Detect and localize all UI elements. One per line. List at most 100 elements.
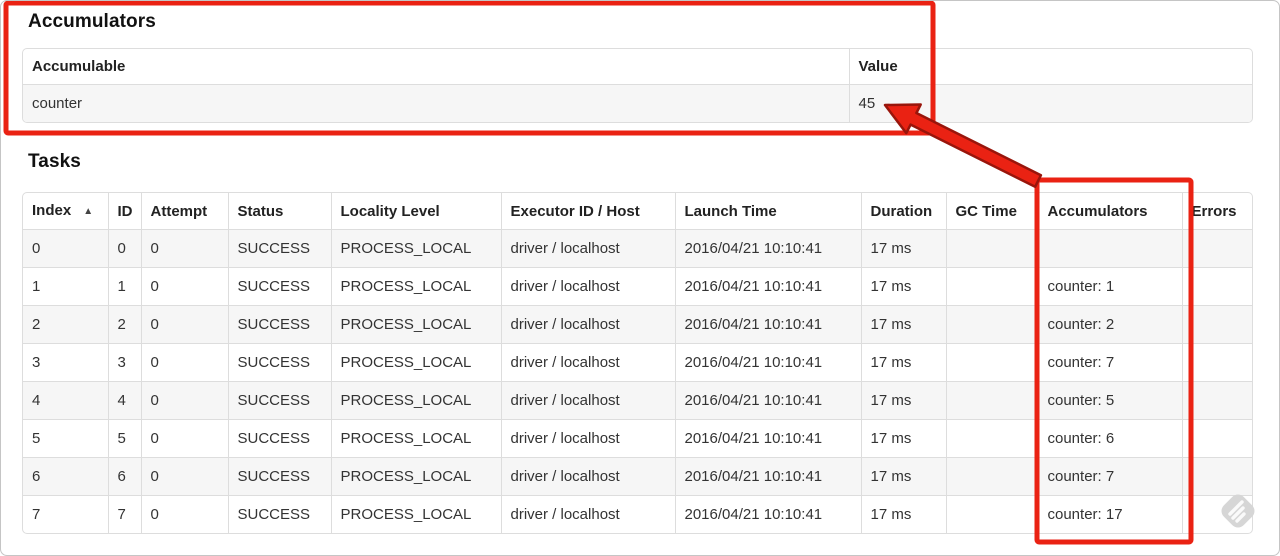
- cell-duration: 17 ms: [860, 229, 946, 268]
- column-header-accumulable: Accumulable: [23, 49, 849, 85]
- cell-launch-time: 2016/04/21 10:10:41: [674, 267, 861, 306]
- cell-status: SUCCESS: [227, 457, 331, 496]
- cell-locality-level: PROCESS_LOCAL: [330, 267, 501, 306]
- cell-index: 6: [23, 457, 108, 496]
- cell-launch-time: 2016/04/21 10:10:41: [674, 419, 861, 458]
- cell-errors: [1181, 457, 1252, 496]
- column-header-duration[interactable]: Duration: [860, 193, 946, 230]
- cell-launch-time: 2016/04/21 10:10:41: [674, 457, 861, 496]
- table-row: 2 2 0 SUCCESS PROCESS_LOCAL driver / localhos…: [23, 305, 1252, 344]
- column-header-label: Locality Level: [340, 202, 440, 220]
- cell-locality-level: PROCESS_LOCAL: [330, 419, 501, 458]
- cell-errors: [1181, 305, 1252, 344]
- cell-id: 1: [107, 267, 141, 306]
- header-row: Accumulable Value: [23, 49, 1252, 85]
- cell-locality-level: PROCESS_LOCAL: [330, 305, 501, 344]
- cell-duration: 17 ms: [860, 381, 946, 420]
- table-row: 6 6 0 SUCCESS PROCESS_LOCAL driver / localhos…: [23, 457, 1252, 496]
- cell-attempt: 0: [140, 343, 228, 382]
- cell-executor-id-host: driver / localhost: [500, 305, 675, 344]
- cell-launch-time: 2016/04/21 10:10:41: [674, 381, 861, 420]
- cell-status: SUCCESS: [227, 267, 331, 306]
- column-header-index[interactable]: Index ▲: [23, 193, 108, 230]
- cell-accumulators: counter: 7: [1037, 457, 1182, 496]
- cell-index: 2: [23, 305, 108, 344]
- cell-accumulators: counter: 17: [1037, 495, 1182, 533]
- cell-accumulators: counter: 1: [1037, 267, 1182, 306]
- table-row: 1 1 0 SUCCESS PROCESS_LOCAL driver / localhos…: [23, 267, 1252, 306]
- cell-attempt: 0: [140, 419, 228, 458]
- cell-status: SUCCESS: [227, 305, 331, 344]
- table-row: 3 3 0 SUCCESS PROCESS_LOCAL driver / localhos…: [23, 343, 1252, 382]
- cell-launch-time: 2016/04/21 10:10:41: [674, 229, 861, 268]
- cell-status: SUCCESS: [227, 229, 331, 268]
- column-header-label: Accumulators: [1047, 202, 1148, 220]
- column-header-label: Status: [237, 202, 284, 220]
- column-header-accumulators[interactable]: Accumulators: [1037, 193, 1182, 230]
- cell-errors: [1181, 343, 1252, 382]
- table-row: 7 7 0 SUCCESS PROCESS_LOCAL driver / localhos…: [23, 495, 1252, 533]
- column-header-launch-time[interactable]: Launch Time: [674, 193, 861, 230]
- cell-launch-time: 2016/04/21 10:10:41: [674, 495, 861, 533]
- column-header-attempt[interactable]: Attempt: [140, 193, 228, 230]
- cell-gc-time: [945, 457, 1038, 496]
- cell-executor-id-host: driver / localhost: [500, 381, 675, 420]
- tasks-table: Index ▲ ID Attempt Status Locality Level Execu…: [22, 192, 1253, 534]
- cell-attempt: 0: [140, 229, 228, 268]
- cell-locality-level: PROCESS_LOCAL: [330, 457, 501, 496]
- cell-locality-level: PROCESS_LOCAL: [330, 229, 501, 268]
- cell-id: 4: [107, 381, 141, 420]
- table-row: counter 45: [23, 84, 1252, 122]
- cell-duration: 17 ms: [860, 457, 946, 496]
- column-header-id[interactable]: ID: [107, 193, 141, 230]
- column-header-executor-id-host[interactable]: Executor ID / Host: [500, 193, 675, 230]
- cell-index: 4: [23, 381, 108, 420]
- cell-attempt: 0: [140, 457, 228, 496]
- cell-id: 7: [107, 495, 141, 533]
- cell-executor-id-host: driver / localhost: [500, 229, 675, 268]
- cell-index: 1: [23, 267, 108, 306]
- cell-accumulators: counter: 5: [1037, 381, 1182, 420]
- cell-gc-time: [945, 229, 1038, 268]
- column-header-label: GC Time: [955, 202, 1017, 220]
- cell-errors: [1181, 381, 1252, 420]
- cell-duration: 17 ms: [860, 305, 946, 344]
- cell-status: SUCCESS: [227, 343, 331, 382]
- cell-executor-id-host: driver / localhost: [500, 495, 675, 533]
- cell-accumulable: counter: [32, 95, 83, 112]
- cell-executor-id-host: driver / localhost: [500, 343, 675, 382]
- cell-gc-time: [945, 495, 1038, 533]
- cell-errors: [1181, 419, 1252, 458]
- cell-accumulators: [1037, 229, 1182, 268]
- cell-id: 0: [107, 229, 141, 268]
- cell-attempt: 0: [140, 381, 228, 420]
- column-header-label: Index: [32, 202, 72, 219]
- cell-accumulators: counter: 6: [1037, 419, 1182, 458]
- column-header-gc-time[interactable]: GC Time: [945, 193, 1038, 230]
- cell-errors: [1181, 229, 1252, 268]
- column-header-locality-level[interactable]: Locality Level: [330, 193, 501, 230]
- column-header-label: ID: [117, 202, 133, 220]
- cell-id: 2: [107, 305, 141, 344]
- cell-locality-level: PROCESS_LOCAL: [330, 495, 501, 533]
- column-header-label: Value: [858, 58, 898, 75]
- column-header-status[interactable]: Status: [227, 193, 331, 230]
- cell-errors: [1181, 267, 1252, 306]
- sort-ascending-icon: ▲: [83, 206, 94, 217]
- cell-attempt: 0: [140, 267, 228, 306]
- cell-executor-id-host: driver / localhost: [500, 457, 675, 496]
- cell-duration: 17 ms: [860, 267, 946, 306]
- cell-id: 6: [107, 457, 141, 496]
- column-header-value: Value: [848, 49, 1252, 85]
- tasks-section-title: Tasks: [28, 151, 81, 172]
- cell-locality-level: PROCESS_LOCAL: [330, 343, 501, 382]
- cell-duration: 17 ms: [860, 495, 946, 533]
- column-header-errors[interactable]: Errors: [1181, 193, 1252, 230]
- cell-index: 0: [32, 240, 41, 257]
- cell-status: SUCCESS: [227, 381, 331, 420]
- cell-locality-level: PROCESS_LOCAL: [330, 381, 501, 420]
- cell-attempt: 0: [140, 305, 228, 344]
- cell-id: 3: [107, 343, 141, 382]
- cell-index: 3: [23, 343, 108, 382]
- accumulators-table: Accumulable Value counter 45: [22, 48, 1253, 123]
